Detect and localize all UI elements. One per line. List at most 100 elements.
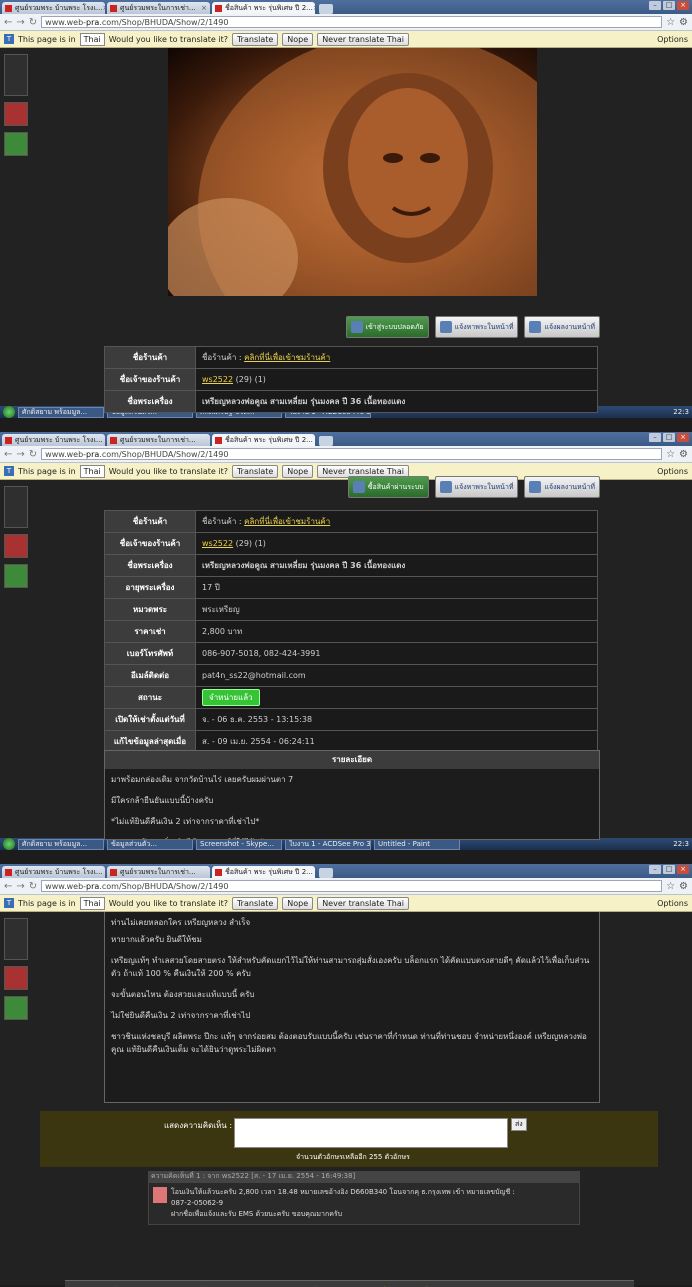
forward-icon[interactable]: → xyxy=(16,17,24,28)
url-input[interactable]: www.web-pra.com/Shop/BHUDA/Show/2/1490 xyxy=(41,16,663,28)
action-buttons: เข้าสู่ระบบปลอดภัย แจ้งหาพระในหน้าที่ แจ… xyxy=(345,316,600,338)
browser-tab-active[interactable]: ชื่อสินค้า พระ รุ่นพิเศษ ปี 2... xyxy=(212,434,315,446)
side-banner[interactable] xyxy=(4,54,28,96)
side-banner[interactable] xyxy=(4,486,28,528)
maximize-icon[interactable]: □ xyxy=(663,1,675,10)
user-icon xyxy=(439,321,452,333)
browser-window-2: ศูนย์รวมพระ บ้านพระ โรงเ... ศูนย์รวมพระใ… xyxy=(0,432,692,864)
comment-textarea[interactable] xyxy=(234,1118,508,1148)
close-tab-icon[interactable]: × xyxy=(313,4,315,12)
minimize-icon[interactable]: – xyxy=(649,865,661,874)
browser-window-1: ศูนย์รวมพระ บ้านพระ โรงเ...× ศูนย์รวมพระ… xyxy=(0,0,692,432)
shop-link[interactable]: คลิกที่นี่เพื่อเข้าชมร้านค้า xyxy=(244,517,330,526)
bookmark-star-icon[interactable]: ☆ xyxy=(666,449,675,460)
taskbar-item[interactable]: Screenshot - Skype... xyxy=(196,838,282,850)
close-tab-icon[interactable]: × xyxy=(103,4,105,12)
new-tab-button[interactable] xyxy=(319,4,333,14)
owner-link[interactable]: ws2522 xyxy=(202,375,233,384)
report-button[interactable]: แจ้งผลงานหน้าที่ xyxy=(524,316,600,338)
site-favicon-icon xyxy=(215,4,222,12)
reload-icon[interactable]: ↻ xyxy=(29,17,37,28)
buy-safe-button[interactable]: ซื้อสินค้าผ่านระบบ xyxy=(347,476,429,498)
taskbar-item[interactable]: ศักดิ์สยาม พร้อมมูล... xyxy=(18,838,104,850)
send-button[interactable]: ส่ง xyxy=(511,1118,527,1131)
status-badge: จำหน่ายแล้ว xyxy=(202,689,260,706)
browser-tab-active[interactable]: ชื่อสินค้า พระ รุ่นพิเศษ ปี 2... xyxy=(212,866,315,878)
tab-strip: ศูนย์รวมพระ บ้านพระ โรงเ... ศูนย์รวมพระใ… xyxy=(0,864,692,878)
side-banner-red[interactable] xyxy=(4,966,28,990)
taskbar-item[interactable]: Untitled - Paint xyxy=(374,838,460,850)
side-banner-green[interactable] xyxy=(4,564,28,588)
browser-tab[interactable]: ศูนย์รวมพระ บ้านพระ โรงเ...× xyxy=(2,2,105,14)
wrench-icon[interactable]: ⚙ xyxy=(679,449,688,460)
maximize-icon[interactable]: □ xyxy=(663,865,675,874)
reload-icon[interactable]: ↻ xyxy=(29,449,37,460)
language-select[interactable]: Thai xyxy=(79,464,105,478)
never-translate-button[interactable]: Never translate Thai xyxy=(317,896,409,910)
browser-tab[interactable]: ศูนย์รวมพระในการเช่า... xyxy=(107,434,210,446)
taskbar-item[interactable]: ศักดิ์สยาม พร้อมมูล... xyxy=(18,406,104,418)
never-translate-button[interactable]: Never translate Thai xyxy=(317,32,409,46)
nope-button[interactable]: Nope xyxy=(282,32,314,46)
translate-options[interactable]: Options xyxy=(657,35,688,44)
start-button[interactable] xyxy=(3,406,15,418)
language-select[interactable]: Thai xyxy=(79,32,105,46)
minimize-icon[interactable]: – xyxy=(649,1,661,10)
notify-button[interactable]: แจ้งหาพระในหน้าที่ xyxy=(434,476,519,498)
owner-link[interactable]: ws2522 xyxy=(202,539,233,548)
forward-icon[interactable]: → xyxy=(16,449,24,460)
url-input[interactable]: www.web-pra.com/Shop/BHUDA/Show/2/1490 xyxy=(41,448,663,460)
translate-button[interactable]: Translate xyxy=(231,896,279,910)
close-window-icon[interactable]: × xyxy=(677,1,689,10)
minimize-icon[interactable]: – xyxy=(649,433,661,442)
site-footer: บริการพระเครื่อง• ลงประกาศพระเครื่อง• ค้… xyxy=(65,1280,634,1287)
side-banner-green[interactable] xyxy=(4,132,28,156)
url-input[interactable]: www.web-pra.com/Shop/BHUDA/Show/2/1490 xyxy=(41,880,663,892)
reload-icon[interactable]: ↻ xyxy=(29,881,37,892)
nope-button[interactable]: Nope xyxy=(282,896,314,910)
new-tab-button[interactable] xyxy=(319,436,333,446)
notify-button[interactable]: แจ้งหาพระในหน้าที่ xyxy=(434,316,519,338)
browser-tab[interactable]: ศูนย์รวมพระในการเช่า... × xyxy=(107,2,210,14)
translate-options[interactable]: Options xyxy=(657,899,688,908)
browser-tab[interactable]: ศูนย์รวมพระ บ้านพระ โรงเ... xyxy=(2,434,105,446)
back-icon[interactable]: ← xyxy=(4,449,12,460)
side-banner-red[interactable] xyxy=(4,102,28,126)
close-window-icon[interactable]: × xyxy=(677,433,689,442)
maximize-icon[interactable]: □ xyxy=(663,433,675,442)
back-icon[interactable]: ← xyxy=(4,17,12,28)
clock: 22:3 xyxy=(673,840,689,848)
window-controls: – □ × xyxy=(649,1,692,10)
buy-safe-button[interactable]: เข้าสู่ระบบปลอดภัย xyxy=(345,316,429,338)
nope-button[interactable]: Nope xyxy=(282,464,314,478)
start-button[interactable] xyxy=(3,838,15,850)
translate-button[interactable]: Translate xyxy=(231,32,279,46)
side-banner[interactable] xyxy=(4,918,28,960)
taskbar-item[interactable]: ใบงาน 1 - ACDSee Pro 3 xyxy=(285,838,371,850)
close-window-icon[interactable]: × xyxy=(677,865,689,874)
wrench-icon[interactable]: ⚙ xyxy=(679,881,688,892)
site-favicon-icon xyxy=(110,868,117,876)
shop-link[interactable]: คลิกที่นี่เพื่อเข้าชมร้านค้า xyxy=(244,353,330,362)
new-tab-button[interactable] xyxy=(319,868,333,878)
address-bar: ← → ↻ www.web-pra.com/Shop/BHUDA/Show/2/… xyxy=(0,878,692,895)
close-tab-icon[interactable]: × xyxy=(201,4,207,12)
translate-button[interactable]: Translate xyxy=(231,464,279,478)
browser-tab[interactable]: ศูนย์รวมพระ บ้านพระ โรงเ... xyxy=(2,866,105,878)
cart-icon xyxy=(352,481,365,493)
browser-tab-active[interactable]: ชื่อสินค้า พระ รุ่นพิเศษ ปี 2...× xyxy=(212,2,315,14)
translate-options[interactable]: Options xyxy=(657,467,688,476)
bookmark-star-icon[interactable]: ☆ xyxy=(666,881,675,892)
taskbar-item[interactable]: ข้อมูลส่วนตัว... xyxy=(107,838,193,850)
site-favicon-icon xyxy=(110,436,117,444)
browser-tab[interactable]: ศูนย์รวมพระในการเช่า... xyxy=(107,866,210,878)
forward-icon[interactable]: → xyxy=(16,881,24,892)
side-banner-green[interactable] xyxy=(4,996,28,1020)
report-button[interactable]: แจ้งผลงานหน้าที่ xyxy=(524,476,600,498)
side-banner-red[interactable] xyxy=(4,534,28,558)
bookmark-star-icon[interactable]: ☆ xyxy=(666,17,675,28)
left-sidebar xyxy=(2,48,28,162)
back-icon[interactable]: ← xyxy=(4,881,12,892)
language-select[interactable]: Thai xyxy=(79,896,105,910)
wrench-icon[interactable]: ⚙ xyxy=(679,17,688,28)
